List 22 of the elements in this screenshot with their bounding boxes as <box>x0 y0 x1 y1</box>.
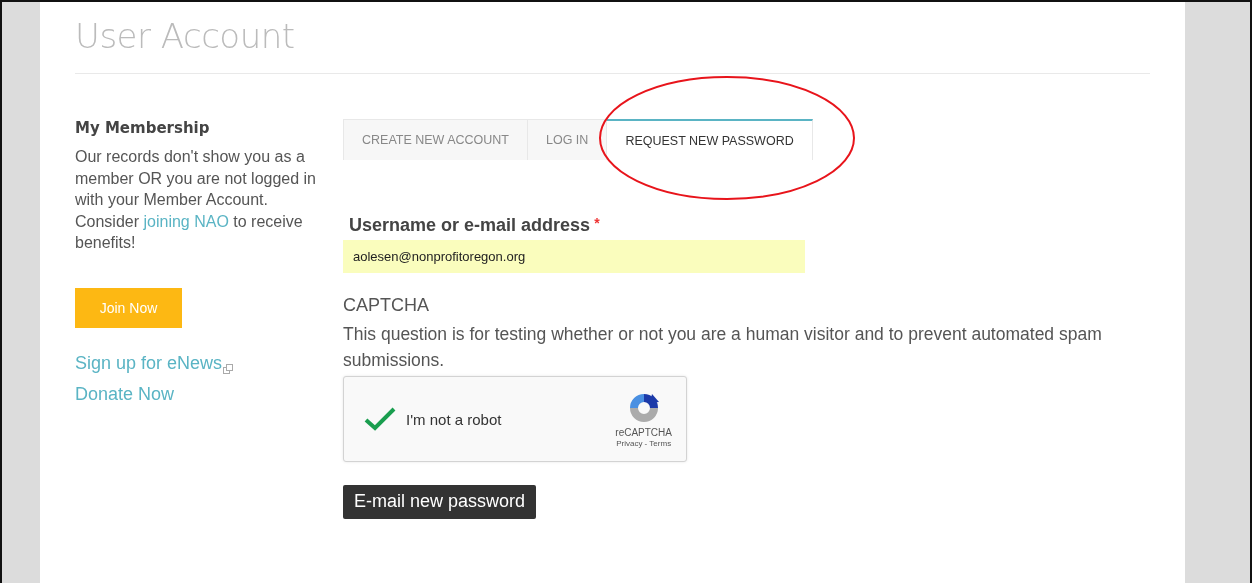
link-separator: - <box>643 439 649 448</box>
sidebar-heading: My Membership <box>75 119 211 137</box>
join-now-button[interactable]: Join Now <box>75 287 182 328</box>
required-marker: * <box>594 215 600 231</box>
membership-message: Our records don't show you as a member OR you are not logged in with your Member Account. Consider joining NAO to receive benefits! <box>75 147 317 253</box>
page-title: User Account <box>75 16 1150 74</box>
tab[interactable]: LOG IN <box>527 119 607 160</box>
sidebar-link[interactable]: Donate Now <box>75 383 175 405</box>
email-new-password-button[interactable]: E-mail new password <box>343 485 537 519</box>
checkmark-icon[interactable] <box>364 407 396 431</box>
email-input-field[interactable]: aolesen@nonprofitoregon.org <box>343 240 805 273</box>
field-label: Username or e-mail address <box>349 215 591 235</box>
captcha-description: This question is for testing whether or not you are a human visitor and to prevent automated spam submissions. <box>343 323 1103 372</box>
sidebar-link[interactable]: Sign up for eNews <box>75 352 234 374</box>
joining-link[interactable]: joining NAO <box>143 212 229 230</box>
tab[interactable]: REQUEST NEW PASSWORD <box>606 119 813 160</box>
recaptcha-brand: reCAPTCHA <box>615 427 672 438</box>
recaptcha-label: I'm not a robot <box>406 410 503 428</box>
privacy-link[interactable]: Privacy <box>616 439 643 448</box>
tab[interactable]: CREATE NEW ACCOUNT <box>343 119 527 160</box>
terms-link[interactable]: Terms <box>649 439 672 448</box>
captcha-title: CAPTCHA <box>343 295 430 316</box>
